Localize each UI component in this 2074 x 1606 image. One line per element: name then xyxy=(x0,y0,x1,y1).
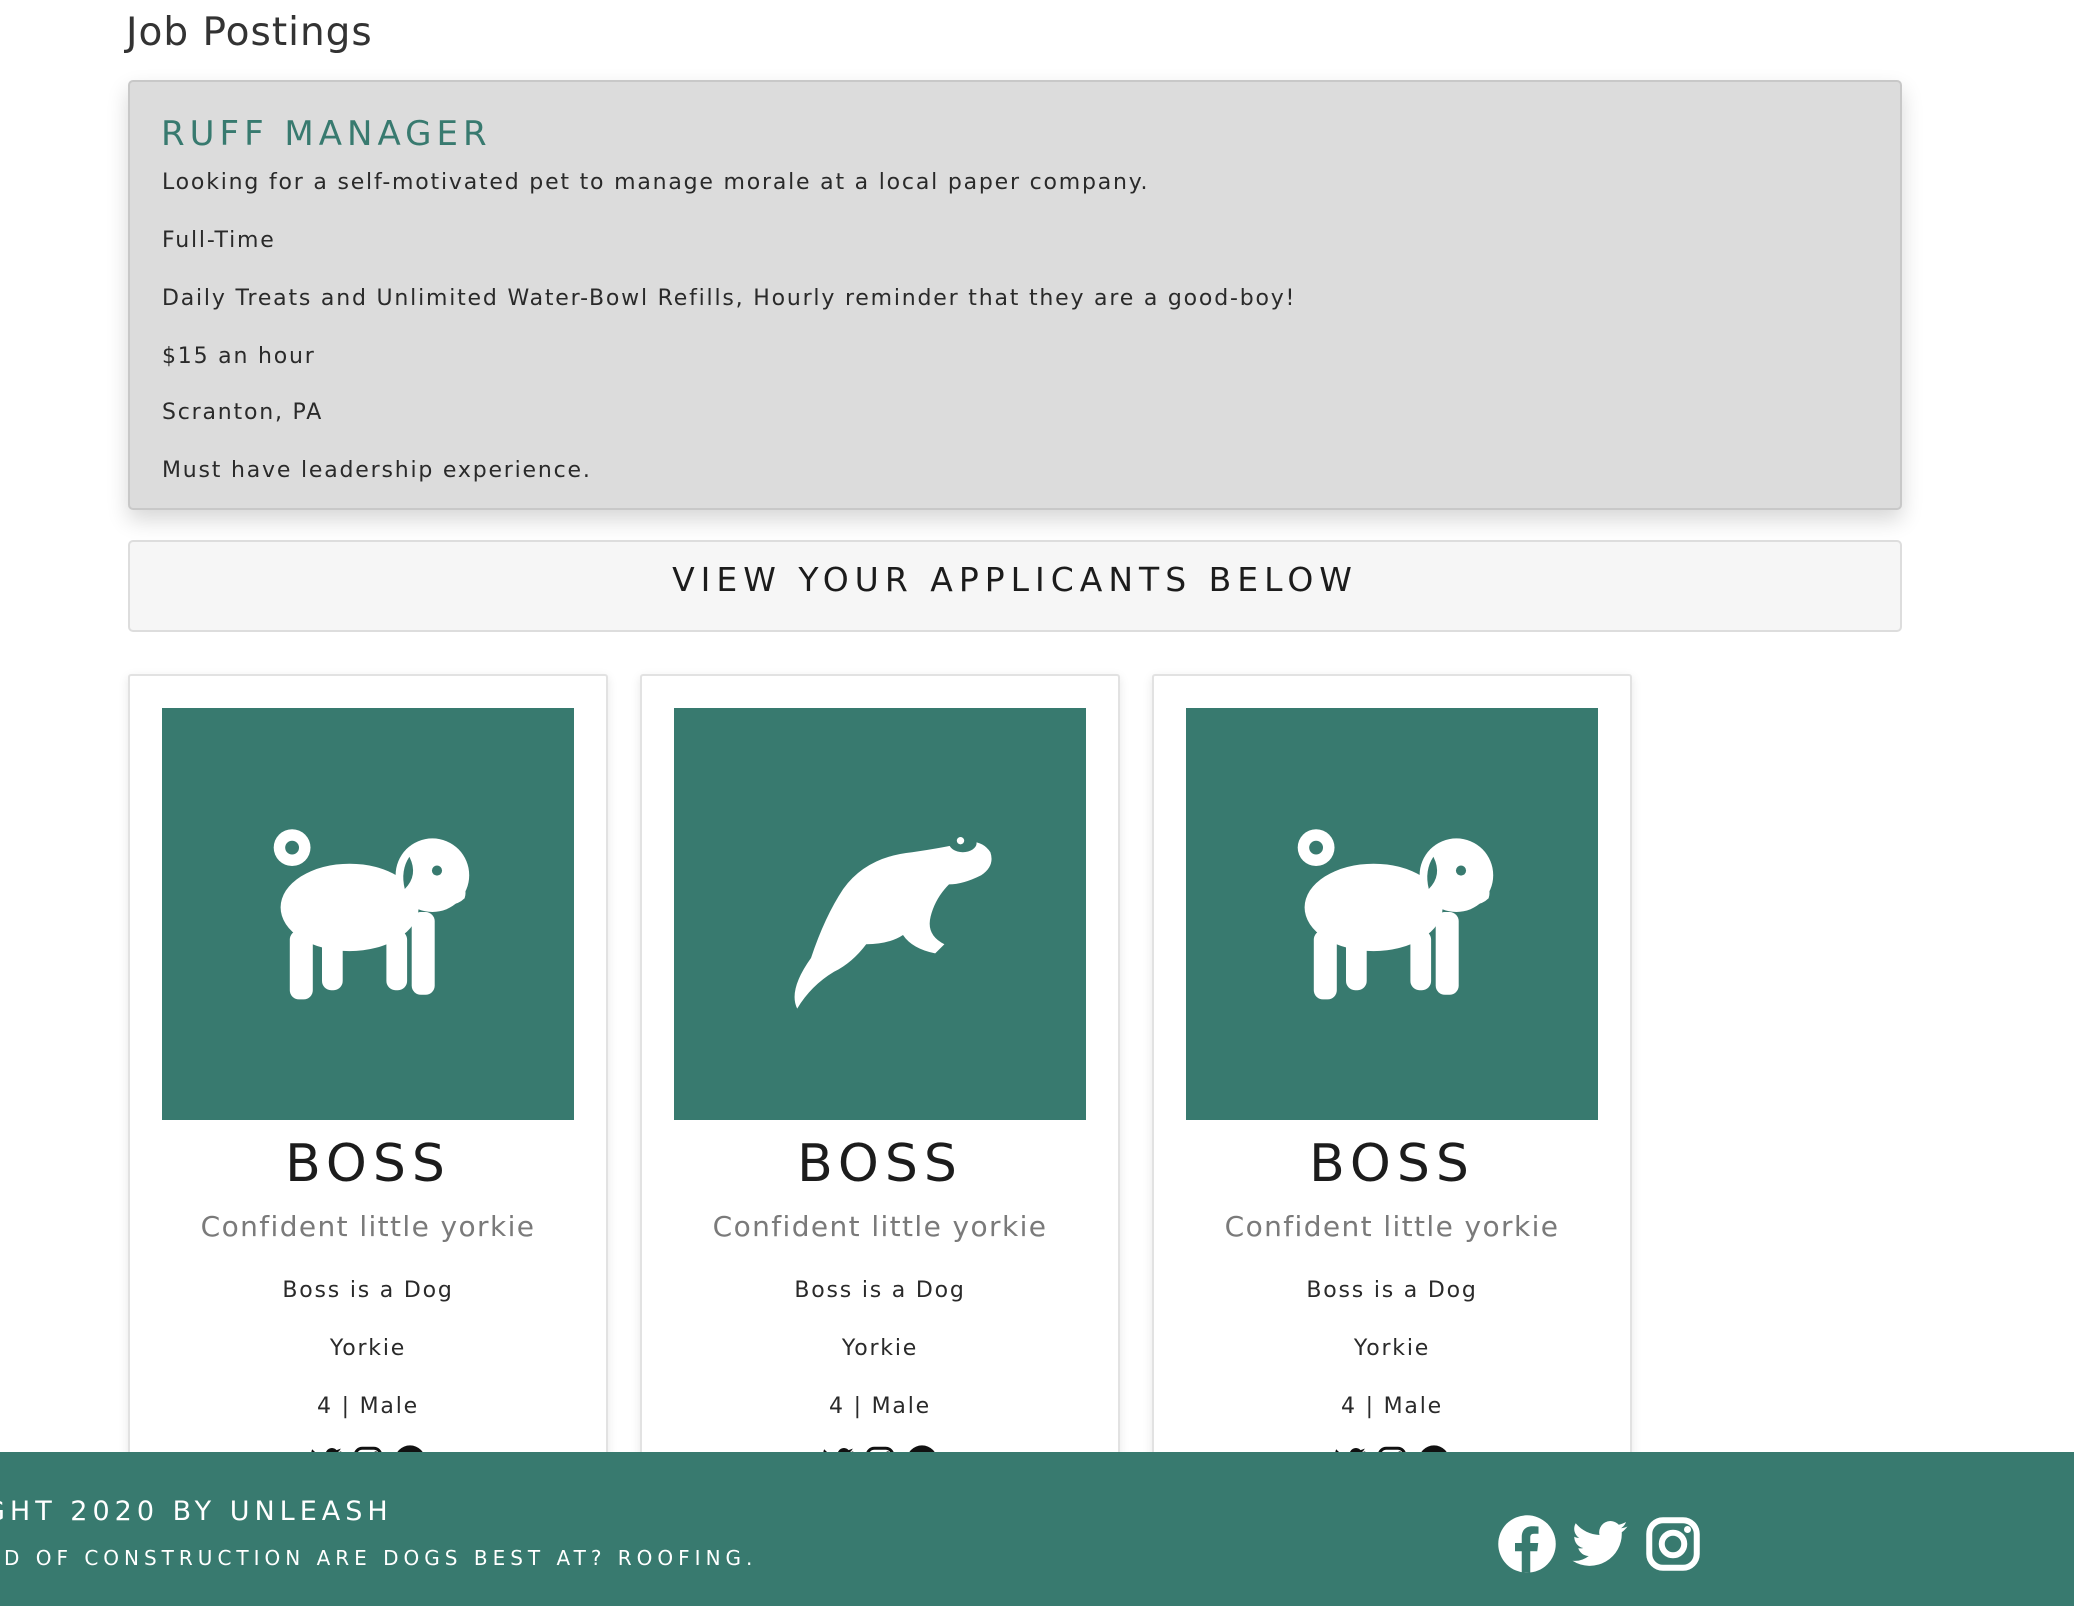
applicant-card[interactable]: BOSS Confident little yorkie Boss is a D… xyxy=(128,674,608,1477)
applicant-species: Boss is a Dog xyxy=(282,1278,454,1303)
applicant-card[interactable]: BOSS Confident little yorkie Boss is a D… xyxy=(1152,674,1632,1477)
pug-icon xyxy=(253,797,483,1031)
applicants-banner: VIEW YOUR APPLICANTS BELOW xyxy=(128,540,1902,632)
applicant-name: BOSS xyxy=(1309,1134,1475,1194)
applicant-tagline: Confident little yorkie xyxy=(712,1210,1048,1243)
site-footer: GHT 2020 BY UNLEASH ND OF CONSTRUCTION A… xyxy=(0,1452,2074,1606)
applicant-card[interactable]: BOSS Confident little yorkie Boss is a D… xyxy=(640,674,1120,1477)
applicant-photo xyxy=(1186,708,1598,1120)
instagram-icon[interactable] xyxy=(1643,1514,1703,1574)
applicant-age-sex: 4 | Male xyxy=(317,1394,419,1419)
job-perks: Daily Treats and Unlimited Water-Bowl Re… xyxy=(162,286,1297,311)
applicant-breed: Yorkie xyxy=(841,1336,919,1361)
job-location: Scranton, PA xyxy=(162,400,324,425)
applicant-tagline: Confident little yorkie xyxy=(1224,1210,1560,1243)
job-description: Looking for a self-motivated pet to mana… xyxy=(162,170,1150,195)
applicant-photo xyxy=(162,708,574,1120)
applicants-banner-text: VIEW YOUR APPLICANTS BELOW xyxy=(672,560,1358,599)
applicant-tagline: Confident little yorkie xyxy=(200,1210,536,1243)
footer-copyright: GHT 2020 BY UNLEASH xyxy=(0,1496,393,1527)
applicant-name: BOSS xyxy=(797,1134,963,1194)
applicant-breed: Yorkie xyxy=(1353,1336,1431,1361)
twitter-icon[interactable] xyxy=(1570,1514,1630,1574)
facebook-icon[interactable] xyxy=(1497,1514,1557,1574)
job-type: Full-Time xyxy=(162,228,276,253)
pug-icon xyxy=(1277,797,1507,1031)
job-requirements: Must have leadership experience. xyxy=(162,458,592,483)
applicant-photo xyxy=(674,708,1086,1120)
applicant-breed: Yorkie xyxy=(329,1336,407,1361)
applicant-species: Boss is a Dog xyxy=(1306,1278,1478,1303)
applicant-species: Boss is a Dog xyxy=(794,1278,966,1303)
page-title: Job Postings xyxy=(126,10,373,55)
applicant-name: BOSS xyxy=(285,1134,451,1194)
applicant-age-sex: 4 | Male xyxy=(1341,1394,1443,1419)
job-posting-card: RUFF MANAGER Looking for a self-motivate… xyxy=(128,80,1902,510)
job-pay: $15 an hour xyxy=(162,344,316,369)
applicant-age-sex: 4 | Male xyxy=(829,1394,931,1419)
job-title: RUFF MANAGER xyxy=(161,114,492,154)
ferret-icon xyxy=(765,797,995,1031)
footer-joke: ND OF CONSTRUCTION ARE DOGS BEST AT? ROO… xyxy=(0,1546,758,1570)
